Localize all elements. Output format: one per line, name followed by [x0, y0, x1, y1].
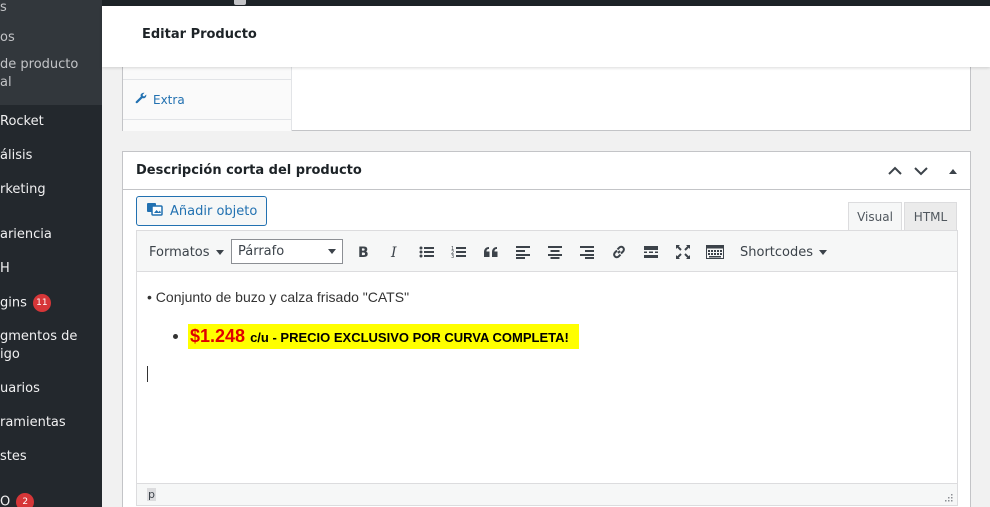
add-media-button[interactable]: Añadir objeto	[136, 196, 268, 226]
svg-text:3: 3	[451, 254, 454, 259]
italic-icon[interactable]: I	[385, 242, 405, 262]
submenu-item-1[interactable]: s	[0, 0, 7, 15]
sidebar-item-marketing[interactable]: rketing	[0, 182, 46, 197]
media-icon	[146, 201, 164, 221]
sidebar-item-analisis[interactable]: álisis	[0, 148, 32, 163]
editor-toolbar: Formatos Párrafo B I 123 Shortcodes	[137, 231, 957, 272]
align-left-icon[interactable]	[513, 242, 533, 262]
chevron-down-icon	[819, 249, 828, 255]
sidebar-item-h[interactable]: H	[0, 261, 10, 276]
toolbar-toggle-icon[interactable]	[705, 242, 725, 262]
editor-content[interactable]: • Conjunto de buzo y calza frisado "CATS…	[137, 272, 957, 483]
numbered-list-icon[interactable]: 123	[449, 242, 469, 262]
sidebar-item-seo[interactable]: O2	[0, 493, 35, 507]
link-icon[interactable]	[609, 242, 629, 262]
highlighted-text: $1.248 c/u - PRECIO EXCLUSIVO POR CURVA …	[188, 323, 579, 349]
seo-badge: 2	[16, 493, 35, 507]
tab-divider-2	[123, 119, 292, 120]
tab-extra-label: Extra	[153, 92, 185, 107]
fullscreen-icon[interactable]	[673, 242, 693, 262]
content-list-item: $1.248 c/u - PRECIO EXCLUSIVO POR CURVA …	[173, 323, 579, 349]
page-title: Editar Producto	[142, 27, 257, 42]
sidebar-item-fragmentos-2[interactable]: igo	[0, 347, 20, 362]
shortcodes-label: Shortcodes	[740, 244, 814, 260]
move-down-icon[interactable]	[912, 162, 930, 180]
select-arrow-icon	[328, 249, 336, 254]
short-description-header: Descripción corta del producto	[123, 152, 970, 190]
tab-visual[interactable]: Visual	[848, 202, 902, 231]
short-description-box: Descripción corta del producto Añadir ob…	[122, 151, 971, 507]
sidebar-item-ajustes[interactable]: stes	[0, 449, 27, 464]
add-media-label: Añadir objeto	[170, 203, 258, 219]
align-right-icon[interactable]	[577, 242, 597, 262]
submenu-item-3[interactable]: de producto	[0, 57, 78, 72]
svg-text:I: I	[390, 245, 397, 259]
bold-icon[interactable]: B	[353, 242, 373, 262]
blockquote-icon[interactable]	[481, 242, 501, 262]
sidebar-item-usuarios[interactable]: uarios	[0, 381, 40, 396]
element-path[interactable]: p	[147, 488, 156, 501]
sidebar-submenu: s os de producto al	[0, 0, 102, 105]
text-cursor	[147, 366, 148, 382]
tinymce-editor: Formatos Párrafo B I 123 Shortcodes • Co…	[136, 230, 958, 506]
paragraph-select-value: Párrafo	[238, 244, 285, 259]
move-up-icon[interactable]	[886, 162, 904, 180]
svg-text:B: B	[358, 245, 369, 259]
submenu-item-2[interactable]: os	[0, 30, 15, 45]
formats-dropdown[interactable]: Formatos	[149, 242, 224, 262]
tab-divider	[123, 79, 292, 80]
plugins-update-badge: 11	[32, 294, 51, 312]
sidebar-item-herramientas[interactable]: ramientas	[0, 415, 66, 430]
admin-sidebar: s os de producto al Rocket álisis rketin…	[0, 0, 102, 507]
price-text: $1.248	[190, 325, 246, 346]
tab-extra[interactable]: Extra	[135, 92, 185, 107]
page-header: Editar Producto	[102, 6, 990, 67]
wrench-icon	[135, 92, 147, 107]
sidebar-item-fragmentos[interactable]: gmentos de	[0, 329, 77, 344]
collapse-toggle-icon[interactable]	[944, 162, 962, 180]
resize-handle-icon[interactable]	[944, 493, 953, 502]
product-data-tabs: Extra	[123, 59, 292, 131]
sidebar-item-apariencia[interactable]: ariencia	[0, 227, 52, 242]
admin-bar-icon[interactable]	[234, 0, 246, 5]
align-center-icon[interactable]	[545, 242, 565, 262]
tab-html[interactable]: HTML	[904, 202, 957, 231]
paragraph-select[interactable]: Párrafo	[231, 239, 343, 264]
editor-statusbar: p	[137, 483, 957, 505]
list-bullet	[173, 333, 178, 339]
shortcodes-dropdown[interactable]: Shortcodes	[740, 242, 828, 262]
chevron-down-icon	[215, 249, 224, 255]
submenu-item-3b[interactable]: al	[0, 75, 12, 90]
price-note-text: c/u - PRECIO EXCLUSIVO POR CURVA COMPLET…	[250, 329, 569, 345]
product-data-panel: Extra	[122, 58, 971, 131]
content-line-1: • Conjunto de buzo y calza frisado "CATS…	[147, 289, 410, 305]
sidebar-item-plugins[interactable]: gins 11	[0, 294, 51, 312]
short-description-title: Descripción corta del producto	[136, 163, 362, 178]
formats-label: Formatos	[149, 244, 210, 260]
sidebar-item-rocket[interactable]: Rocket	[0, 114, 44, 129]
bullet-list-icon[interactable]	[417, 242, 437, 262]
read-more-icon[interactable]	[641, 242, 661, 262]
